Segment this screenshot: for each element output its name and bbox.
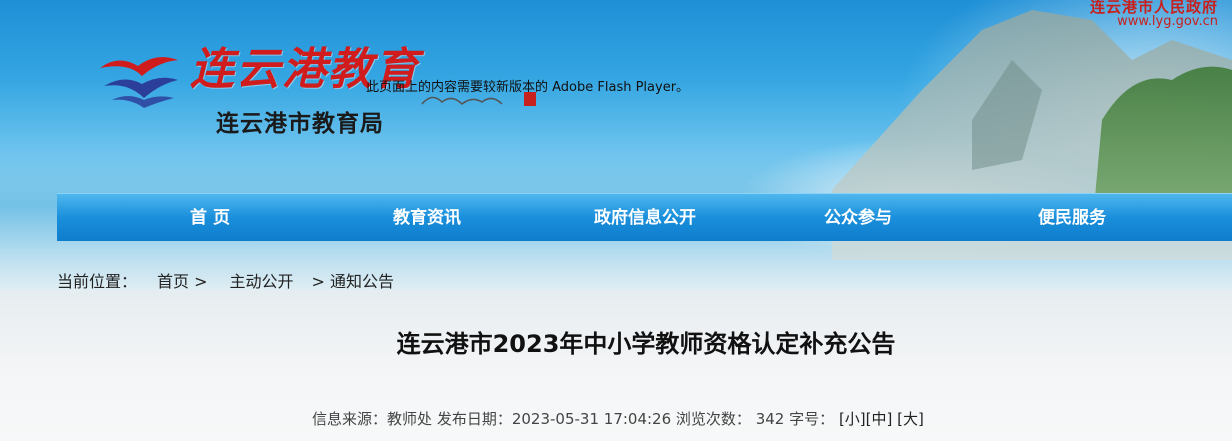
seagull-wave-logo-icon [100, 57, 178, 108]
nav-item-public-participation[interactable]: 公众参与 [793, 194, 923, 242]
nav-item-home[interactable]: 首 页 [145, 194, 275, 242]
gov-portal-url[interactable]: www.lyg.gov.cn [1117, 14, 1218, 29]
meta-views: 342 [755, 410, 785, 428]
meta-date-label: 发布日期： [436, 410, 512, 428]
site-subtitle: 连云港市教育局 [216, 111, 384, 137]
meta-views-label: 浏览次数： [675, 410, 751, 428]
nav-item-gov-info[interactable]: 政府信息公开 [565, 194, 725, 242]
meta-date: 2023-05-31 17:04:26 [511, 410, 672, 428]
meta-font-label: 字号： [789, 410, 835, 428]
article-meta: 信息来源：教师处 发布日期：2023-05-31 17:04:26 浏览次数： … [312, 408, 924, 429]
nav-item-convenience-service[interactable]: 便民服务 [1007, 194, 1137, 242]
breadcrumb: 当前位置： 首页 > 主动公开 > 通知公告 [57, 268, 394, 292]
meta-source: 教师处 [387, 410, 433, 428]
calligraphy-seal-icon [421, 92, 536, 106]
breadcrumb-prefix: 当前位置： [57, 272, 138, 291]
breadcrumb-open-info[interactable]: 主动公开 [230, 268, 294, 292]
breadcrumb-notices[interactable]: > 通知公告 [312, 268, 395, 292]
mountain-scenery [832, 10, 1232, 260]
nav-item-education-news[interactable]: 教育资讯 [357, 194, 497, 242]
main-nav-bar: 首 页 教育资讯 政府信息公开 公众参与 便民服务 [57, 193, 1232, 241]
font-size-large-button[interactable]: [大] [897, 410, 924, 428]
font-size-small-button[interactable]: [小] [839, 410, 866, 428]
breadcrumb-home[interactable]: 首页 > [157, 268, 208, 292]
meta-source-label: 信息来源： [312, 410, 388, 428]
font-size-medium-button[interactable]: [中] [866, 410, 893, 428]
article-title: 连云港市2023年中小学教师资格认定补充公告 [396, 330, 896, 358]
